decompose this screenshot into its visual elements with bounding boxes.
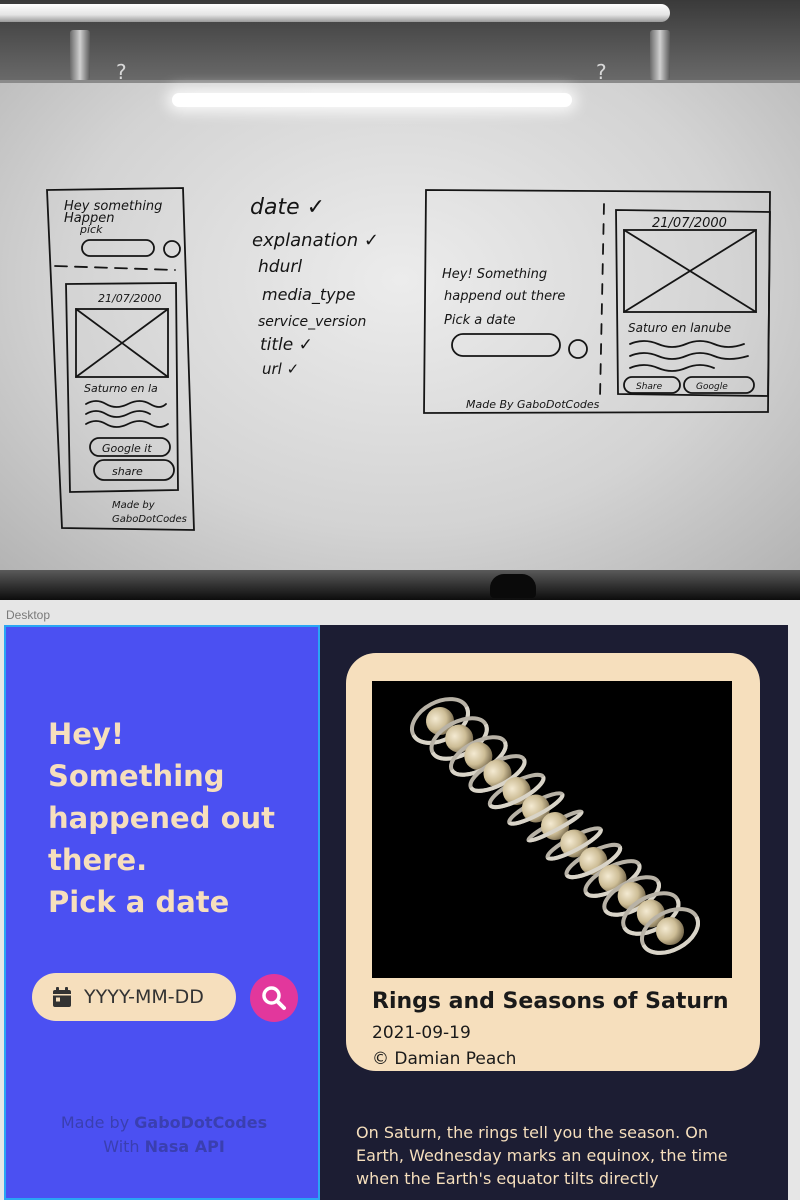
headline: Hey! Something happened out there. Pick … xyxy=(48,713,308,923)
apod-credit: © Damian Peach xyxy=(372,1049,517,1069)
api-field-list: date ✓ explanation ✓ hdurl media_type se… xyxy=(250,195,379,378)
sketch-desktop-date-input xyxy=(451,333,561,357)
sketch-mobile-title: Saturno en la xyxy=(84,382,158,395)
headline-line-5: Pick a date xyxy=(48,885,230,919)
desktop-wireframe: Hey! Something happend out there Pick a … xyxy=(423,189,771,414)
sketch-mobile-heading-3: pick xyxy=(79,223,103,236)
apod-date: 2021-09-19 xyxy=(372,1023,471,1043)
sketch-field-service-version: service_version xyxy=(258,314,366,330)
sketch-desktop-heading-3: Pick a date xyxy=(444,313,516,328)
headline-line-3: happened out xyxy=(48,801,276,835)
saturn-montage-image xyxy=(410,697,700,955)
footer-made-by-prefix: Made by xyxy=(60,1113,135,1132)
sketch-desktop-footer: Made By GaboDotCodes xyxy=(466,398,600,411)
date-picker[interactable] xyxy=(32,973,236,1021)
footer-api-prefix: With xyxy=(103,1137,145,1156)
desktop-frame: Hey! Something happened out there. Pick … xyxy=(4,625,788,1200)
headline-line-1: Hey! xyxy=(48,717,125,751)
sketch-share-label: share xyxy=(112,465,143,478)
calendar-icon[interactable] xyxy=(50,985,74,1009)
footer-made-by: Made by GaboDotCodes xyxy=(6,1113,322,1132)
sketch-field-url: url ✓ xyxy=(262,360,299,378)
footer-api: With Nasa API xyxy=(6,1137,322,1156)
wireframe-sketches: Hey something Happen pick 21/07/2000 Sat… xyxy=(46,187,771,531)
mobile-wireframe: Hey something Happen pick 21/07/2000 Sat… xyxy=(46,187,195,531)
date-input[interactable] xyxy=(84,986,224,1008)
sketch-google-label: Google it xyxy=(102,442,152,455)
apod-explanation: On Saturn, the rings tell you the season… xyxy=(356,1123,728,1188)
apod-card: Rings and Seasons of Saturn 2021-09-19 ©… xyxy=(346,653,760,1071)
sketch-date-input xyxy=(81,239,155,257)
sketch-search-button xyxy=(163,240,181,258)
sketch-desktop-share-label: Share xyxy=(636,382,663,392)
sketch-field-title: title ✓ xyxy=(260,335,313,355)
sketch-field-media-type: media_type xyxy=(262,285,356,305)
sketch-desktop-heading-2: happend out there xyxy=(444,289,565,304)
sketch-field-hdurl: hdurl xyxy=(258,257,302,277)
sketch-desktop-title: Saturo en lanube xyxy=(628,321,731,335)
sketch-field-date: date ✓ xyxy=(250,195,325,220)
sketch-footer-2: GaboDotCodes xyxy=(112,514,187,525)
sketch-mobile-date: 21/07/2000 xyxy=(98,292,161,305)
sketch-field-explanation: explanation ✓ xyxy=(252,230,379,251)
headline-line-4: there. xyxy=(48,843,148,877)
sketch-desktop-google-label: Google xyxy=(696,382,728,392)
footer-author: GaboDotCodes xyxy=(134,1113,268,1132)
search-icon xyxy=(262,986,286,1010)
apod-title: Rings and Seasons of Saturn xyxy=(372,989,729,1014)
apod-image[interactable] xyxy=(372,681,732,978)
left-panel: Hey! Something happened out there. Pick … xyxy=(4,625,320,1200)
footer-api-name: Nasa API xyxy=(144,1137,225,1156)
sketch-footer-1: Made by xyxy=(112,500,156,511)
sketch-desktop-date: 21/07/2000 xyxy=(652,216,727,231)
sketch-desktop-heading-1: Hey! Something xyxy=(442,267,547,282)
headline-line-2: Something xyxy=(48,759,225,793)
frame-label: Desktop xyxy=(6,608,51,622)
whiteboard-photo: ? ? Hey something Happen pick 21/07/2000… xyxy=(0,0,800,600)
sketch-desktop-search-button xyxy=(568,339,588,359)
search-button[interactable] xyxy=(250,974,298,1022)
